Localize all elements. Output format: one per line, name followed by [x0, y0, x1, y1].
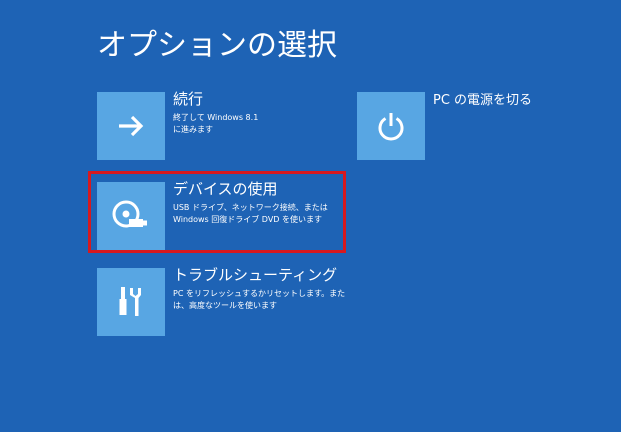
arrow-right-icon: [97, 92, 165, 160]
option-use-device-title: デバイスの使用: [173, 180, 278, 198]
power-icon: [357, 92, 425, 160]
option-use-device[interactable]: デバイスの使用 USB ドライブ、ネットワーク接続、または Windows 回復…: [97, 180, 337, 250]
disc-usb-icon: [97, 182, 165, 250]
option-continue[interactable]: 続行 終了して Windows 8.1 に進みます: [97, 90, 337, 160]
page-title: オプションの選択: [97, 28, 337, 63]
option-power-off-title: PC の電源を切る: [433, 93, 533, 108]
option-continue-desc: 終了して Windows 8.1 に進みます: [173, 113, 259, 134]
option-troubleshoot-desc: PC をリフレッシュするかリセットします。また は、高度なツールを使います: [173, 289, 346, 310]
tools-icon: [97, 268, 165, 336]
option-power-off[interactable]: PC の電源を切る: [357, 92, 557, 160]
option-troubleshoot-title: トラブルシューティング: [173, 266, 338, 284]
option-use-device-desc: USB ドライブ、ネットワーク接続、または Windows 回復ドライブ DVD…: [173, 203, 328, 224]
option-troubleshoot[interactable]: トラブルシューティング PC をリフレッシュするかリセットします。また は、高度…: [97, 266, 345, 336]
option-continue-title: 続行: [173, 90, 204, 108]
